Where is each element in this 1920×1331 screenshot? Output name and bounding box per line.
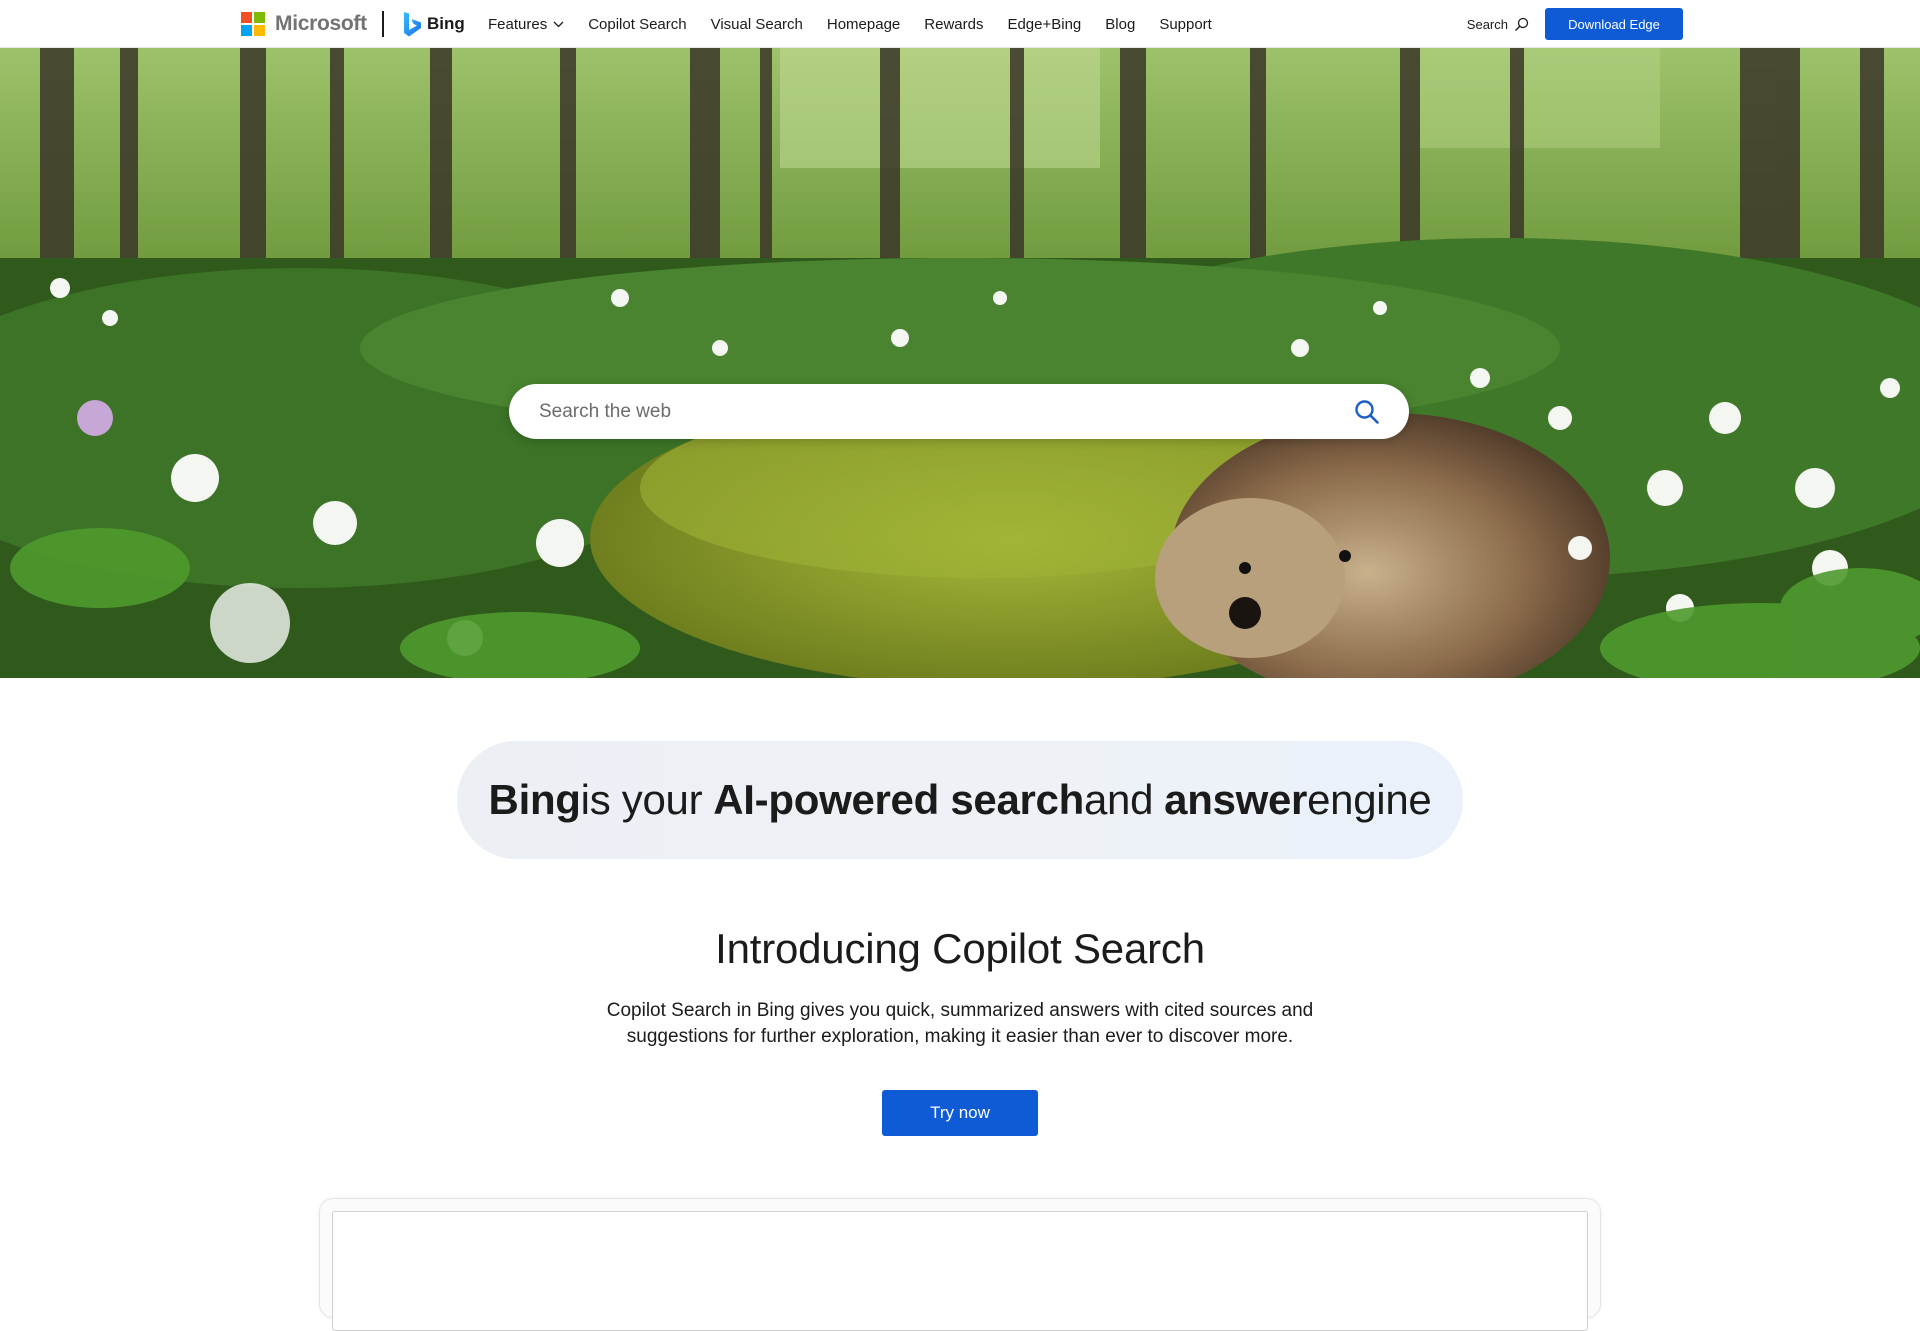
nav-right: Search Download Edge <box>1467 7 1683 41</box>
nav-search-label: Search <box>1466 16 1508 32</box>
nav-features[interactable]: Features <box>488 16 564 33</box>
nav-blog[interactable]: Blog <box>1105 16 1135 33</box>
nav-edge-bing[interactable]: Edge+Bing <box>1007 16 1081 33</box>
logo-divider <box>382 11 384 37</box>
bing-logo-icon <box>404 11 421 36</box>
nav-copilot-search[interactable]: Copilot Search <box>588 16 686 33</box>
bing-logo[interactable]: Bing <box>403 10 465 38</box>
search-icon <box>1355 399 1379 424</box>
microsoft-logo[interactable]: Microsoft <box>241 12 367 36</box>
tagline-text-2: and <box>1083 776 1154 823</box>
intro-heading: Introducing Copilot Search <box>715 925 1205 972</box>
tagline-word-ai-search: AI-powered search <box>713 776 1084 823</box>
hero-banner <box>0 48 1920 678</box>
chevron-down-icon <box>553 21 564 27</box>
tagline-banner: Bing is your AI-powered search and answer eng… <box>457 741 1463 859</box>
hero-search-bar <box>509 384 1409 439</box>
hero-search-input[interactable] <box>537 399 1353 424</box>
nav-features-label: Features <box>488 15 548 33</box>
top-nav: Microsoft Bing Features Copilot Search V… <box>0 0 1920 48</box>
tagline-text-1: is your <box>580 776 703 823</box>
bing-wordmark: Bing <box>427 14 465 33</box>
nav-support[interactable]: Support <box>1159 16 1212 33</box>
tagline-word-bing: Bing <box>488 776 581 823</box>
nav-rewards[interactable]: Rewards <box>924 16 983 33</box>
hero-background-image <box>0 48 1920 678</box>
microsoft-wordmark: Microsoft <box>275 12 367 35</box>
nav-search-button[interactable]: Search <box>1467 17 1529 32</box>
nav-homepage[interactable]: Homepage <box>827 16 900 33</box>
microsoft-logo-icon <box>241 12 265 36</box>
tagline-word-answer: answer <box>1164 776 1308 823</box>
download-edge-button[interactable]: Download Edge <box>1545 8 1683 40</box>
preview-content <box>332 1211 1588 1331</box>
hero-search-button[interactable] <box>1353 398 1381 426</box>
nav-visual-search[interactable]: Visual Search <box>711 16 803 33</box>
tagline-text-3: engine <box>1307 776 1432 823</box>
search-icon <box>1515 17 1529 31</box>
intro-description: Copilot Search in Bing gives you quick, … <box>606 1000 1314 1047</box>
nav-links: Features Copilot Search Visual Search Ho… <box>488 0 1236 48</box>
try-now-button[interactable]: Try now <box>882 1090 1038 1136</box>
